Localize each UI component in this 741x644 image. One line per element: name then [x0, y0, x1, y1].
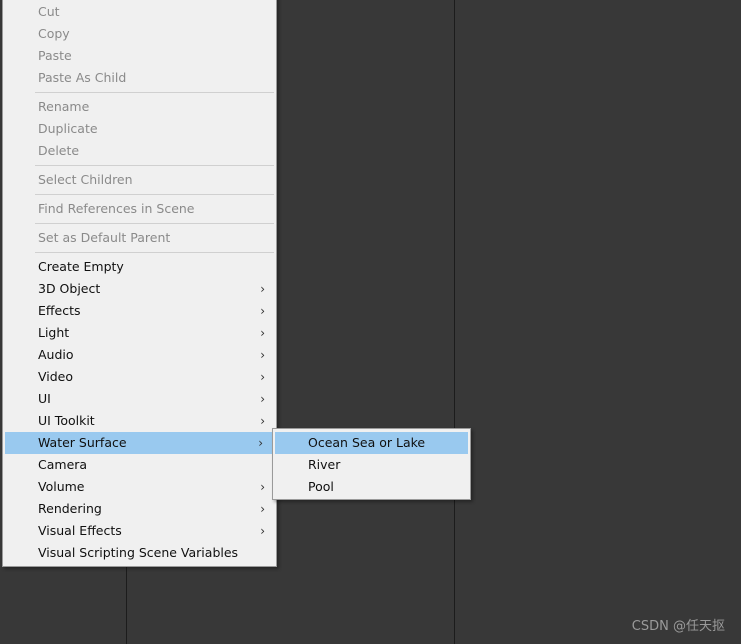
menu-item-label: Find References in Scene: [38, 201, 195, 216]
menu-item-effects[interactable]: Effects ›: [3, 300, 276, 322]
menu-item-label: Duplicate: [38, 121, 98, 136]
menu-item-duplicate: Duplicate: [3, 118, 276, 140]
submenu-item-label: River: [308, 457, 341, 472]
menu-item-label: 3D Object: [38, 281, 101, 296]
panel-divider-right: [454, 0, 455, 644]
menu-item-label: Water Surface: [38, 435, 127, 450]
chevron-right-icon: ›: [260, 392, 265, 406]
submenu-item-river[interactable]: River: [275, 454, 468, 476]
chevron-right-icon: ›: [260, 282, 265, 296]
menu-item-video[interactable]: Video ›: [3, 366, 276, 388]
menu-item-audio[interactable]: Audio ›: [3, 344, 276, 366]
menu-item-label: Effects: [38, 303, 81, 318]
chevron-right-icon: ›: [258, 436, 263, 450]
menu-separator: [35, 252, 274, 253]
menu-item-label: Delete: [38, 143, 80, 158]
menu-item-set-as-default-parent: Set as Default Parent: [3, 227, 276, 249]
menu-item-label: Copy: [38, 26, 70, 41]
menu-item-find-references-in-scene: Find References in Scene: [3, 198, 276, 220]
menu-item-label: Visual Effects: [38, 523, 122, 538]
chevron-right-icon: ›: [260, 524, 265, 538]
menu-item-visual-scripting-scene-variables[interactable]: Visual Scripting Scene Variables: [3, 542, 276, 564]
menu-item-delete: Delete: [3, 140, 276, 162]
menu-item-label: UI: [38, 391, 51, 406]
menu-item-label: Rename: [38, 99, 90, 114]
menu-item-label: Camera: [38, 457, 88, 472]
menu-item-label: Set as Default Parent: [38, 230, 171, 245]
chevron-right-icon: ›: [260, 304, 265, 318]
menu-item-water-surface[interactable]: Water Surface ›: [5, 432, 274, 454]
menu-separator: [35, 165, 274, 166]
menu-item-rename: Rename: [3, 96, 276, 118]
menu-item-3d-object[interactable]: 3D Object ›: [3, 278, 276, 300]
submenu-item-pool[interactable]: Pool: [275, 476, 468, 498]
menu-item-camera[interactable]: Camera: [3, 454, 276, 476]
menu-separator: [35, 92, 274, 93]
menu-item-light[interactable]: Light ›: [3, 322, 276, 344]
menu-item-copy: Copy: [3, 23, 276, 45]
water-surface-submenu: Ocean Sea or Lake River Pool: [272, 428, 471, 500]
menu-item-label: Volume: [38, 479, 85, 494]
chevron-right-icon: ›: [260, 480, 265, 494]
menu-item-label: UI Toolkit: [38, 413, 95, 428]
menu-item-visual-effects[interactable]: Visual Effects ›: [3, 520, 276, 542]
chevron-right-icon: ›: [260, 414, 265, 428]
menu-item-label: Paste: [38, 48, 72, 63]
menu-separator: [35, 223, 274, 224]
submenu-item-ocean-sea-or-lake[interactable]: Ocean Sea or Lake: [275, 432, 468, 454]
menu-item-select-children: Select Children: [3, 169, 276, 191]
chevron-right-icon: ›: [260, 370, 265, 384]
chevron-right-icon: ›: [260, 326, 265, 340]
context-menu: Cut Copy Paste Paste As Child Rename Duplicat…: [2, 0, 277, 567]
menu-item-ui-toolkit[interactable]: UI Toolkit ›: [3, 410, 276, 432]
chevron-right-icon: ›: [260, 348, 265, 362]
menu-item-rendering[interactable]: Rendering ›: [3, 498, 276, 520]
menu-item-ui[interactable]: UI ›: [3, 388, 276, 410]
menu-item-create-empty[interactable]: Create Empty: [3, 256, 276, 278]
chevron-right-icon: ›: [260, 502, 265, 516]
menu-item-label: Video: [38, 369, 74, 384]
submenu-item-label: Ocean Sea or Lake: [308, 435, 426, 450]
menu-item-label: Paste As Child: [38, 70, 127, 85]
watermark: CSDN @任天抠: [631, 619, 725, 634]
menu-item-label: Cut: [38, 4, 60, 19]
menu-item-volume[interactable]: Volume ›: [3, 476, 276, 498]
menu-item-label: Select Children: [38, 172, 133, 187]
menu-separator: [35, 194, 274, 195]
menu-item-label: Audio: [38, 347, 74, 362]
menu-item-paste: Paste: [3, 45, 276, 67]
menu-item-label: Visual Scripting Scene Variables: [38, 545, 239, 560]
submenu-item-label: Pool: [308, 479, 334, 494]
menu-item-label: Rendering: [38, 501, 102, 516]
menu-item-label: Create Empty: [38, 259, 124, 274]
menu-item-cut: Cut: [3, 1, 276, 23]
menu-item-paste-as-child: Paste As Child: [3, 67, 276, 89]
menu-item-label: Light: [38, 325, 70, 340]
